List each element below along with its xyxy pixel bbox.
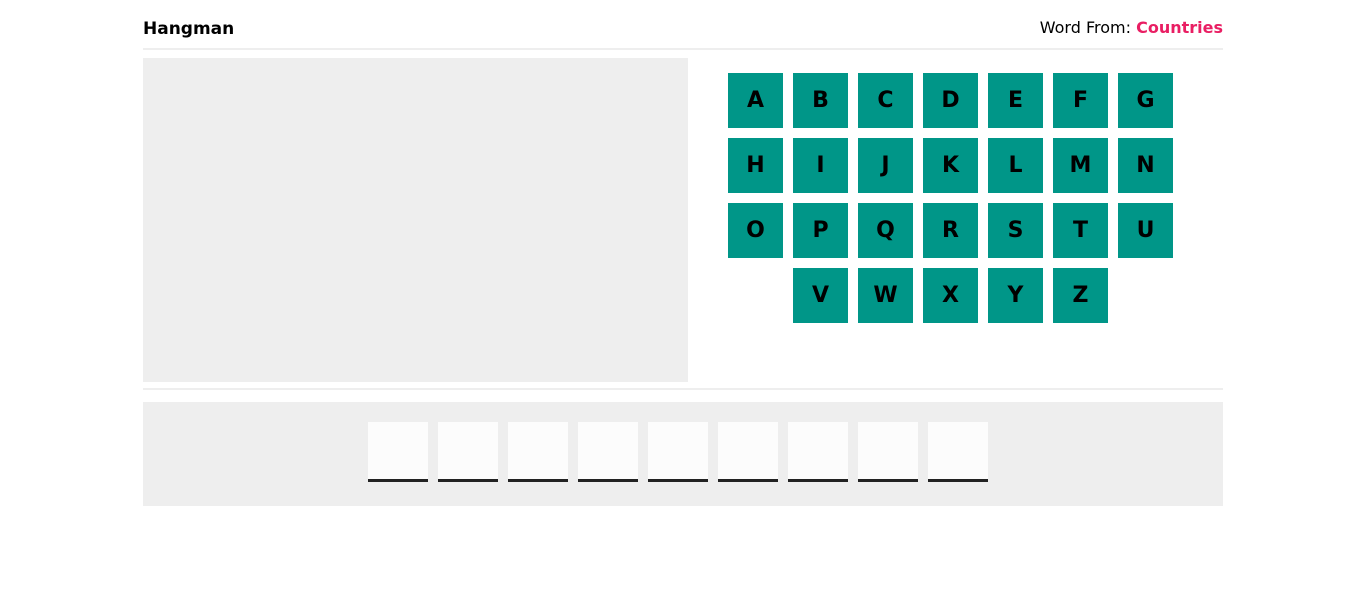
letter-button-f[interactable]: F [1053, 73, 1108, 128]
letter-slot [648, 422, 708, 482]
letter-slot [788, 422, 848, 482]
hangman-drawing-area [143, 58, 688, 382]
category-name: Countries [1136, 18, 1223, 37]
letter-button-t[interactable]: T [1053, 203, 1108, 258]
letter-button-i[interactable]: I [793, 138, 848, 193]
letter-slots [368, 422, 988, 482]
letter-slot [368, 422, 428, 482]
letter-button-u[interactable]: U [1118, 203, 1173, 258]
letter-button-v[interactable]: V [793, 268, 848, 323]
letter-button-g[interactable]: G [1118, 73, 1173, 128]
letter-button-j[interactable]: J [858, 138, 913, 193]
game-title: Hangman [143, 19, 235, 39]
letter-button-b[interactable]: B [793, 73, 848, 128]
game-container: Hangman Word From: Countries ABCDEFG HIJK… [143, 0, 1223, 390]
letter-slot [438, 422, 498, 482]
letter-button-s[interactable]: S [988, 203, 1043, 258]
letter-button-l[interactable]: L [988, 138, 1043, 193]
word-from-label: Word From: [1039, 18, 1137, 37]
letter-button-n[interactable]: N [1118, 138, 1173, 193]
letter-slot [928, 422, 988, 482]
letter-button-e[interactable]: E [988, 73, 1043, 128]
letter-button-r[interactable]: R [923, 203, 978, 258]
letter-button-h[interactable]: H [728, 138, 783, 193]
letter-button-y[interactable]: Y [988, 268, 1043, 323]
letter-button-x[interactable]: X [923, 268, 978, 323]
game-main: ABCDEFG HIJKLMN OPQRSTU VWXYZ [143, 50, 1223, 390]
letter-button-c[interactable]: C [858, 73, 913, 128]
word-category: Word From: Countries [1040, 18, 1223, 37]
letter-slot [578, 422, 638, 482]
letter-button-w[interactable]: W [858, 268, 913, 323]
letter-button-m[interactable]: M [1053, 138, 1108, 193]
letter-button-z[interactable]: Z [1053, 268, 1108, 323]
letter-slot [718, 422, 778, 482]
letter-slot [508, 422, 568, 482]
header: Hangman Word From: Countries [143, 0, 1223, 50]
letter-slot [858, 422, 918, 482]
letter-button-p[interactable]: P [793, 203, 848, 258]
word-display [143, 402, 1223, 506]
letter-button-q[interactable]: Q [858, 203, 913, 258]
letter-button-a[interactable]: A [728, 73, 783, 128]
letter-button-o[interactable]: O [728, 203, 783, 258]
letter-button-k[interactable]: K [923, 138, 978, 193]
letter-button-d[interactable]: D [923, 73, 978, 128]
